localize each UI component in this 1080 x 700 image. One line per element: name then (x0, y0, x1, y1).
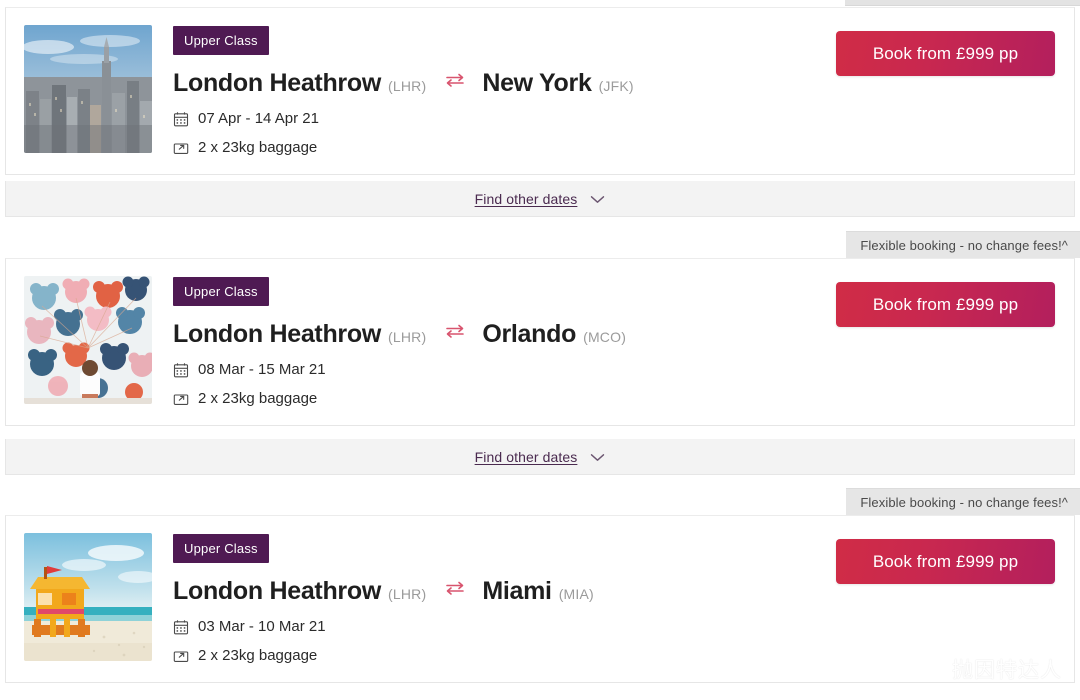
destination-airport-code: (MIA) (558, 586, 594, 602)
baggage-text: 2 x 23kg baggage (198, 390, 318, 407)
destination-city: Orlando (482, 320, 577, 348)
flexible-booking-text: Flexible booking - no change fees!^ (860, 494, 1068, 510)
baggage-icon (173, 140, 189, 156)
travel-dates-row: 03 Mar - 10 Mar 21 (173, 618, 1056, 635)
travel-dates-text: 07 Apr - 14 Apr 21 (198, 110, 319, 127)
baggage-text: 2 x 23kg baggage (198, 139, 318, 156)
baggage-icon (173, 648, 189, 664)
destination-airport-code: (MCO) (583, 329, 627, 345)
destination-city: Miami (482, 577, 552, 605)
book-button[interactable]: Book from £999 pp (836, 539, 1055, 584)
destination-thumbnail (24, 276, 152, 404)
flexible-booking-text: Flexible booking - no change fees!^ (860, 237, 1068, 253)
origin-airport-code: (LHR) (387, 586, 427, 602)
offer-card[interactable]: Upper Class London Heathrow (LHR) (5, 515, 1075, 683)
calendar-icon (173, 111, 189, 127)
find-other-dates-link[interactable]: Find other dates (475, 449, 578, 465)
swap-arrows-icon (445, 580, 465, 596)
origin-city: London Heathrow (173, 320, 381, 348)
find-other-dates-strip[interactable]: Find other dates (5, 439, 1075, 475)
calendar-icon (173, 619, 189, 635)
travel-dates-text: 08 Mar - 15 Mar 21 (198, 361, 326, 378)
baggage-row: 2 x 23kg baggage (173, 647, 1056, 664)
destination-airport-code: (JFK) (598, 78, 634, 94)
swap-arrows-icon (445, 72, 465, 88)
travel-dates-row: 08 Mar - 15 Mar 21 (173, 361, 1056, 378)
origin-city: London Heathrow (173, 69, 381, 97)
origin-airport-code: (LHR) (387, 329, 427, 345)
chevron-down-icon[interactable] (590, 453, 605, 462)
find-other-dates-strip[interactable]: Find other dates (5, 181, 1075, 217)
travel-dates-row: 07 Apr - 14 Apr 21 (173, 110, 1056, 127)
baggage-row: 2 x 23kg baggage (173, 139, 1056, 156)
book-button[interactable]: Book from £999 pp (836, 282, 1055, 327)
chevron-down-icon[interactable] (590, 195, 605, 204)
book-button[interactable]: Book from £999 pp (836, 31, 1055, 76)
baggage-icon (173, 391, 189, 407)
swap-arrows-icon (445, 323, 465, 339)
calendar-icon (173, 362, 189, 378)
flexible-booking-badge: Flexible booking - no change fees!^ (846, 231, 1080, 258)
origin-airport-code: (LHR) (387, 78, 427, 94)
offer-card[interactable]: Upper Class London Heathrow (LHR) (5, 258, 1075, 426)
destination-thumbnail (24, 533, 152, 661)
travel-dates-text: 03 Mar - 10 Mar 21 (198, 618, 326, 635)
cabin-class-badge: Upper Class (173, 26, 269, 55)
destination-city: New York (482, 69, 592, 97)
baggage-text: 2 x 23kg baggage (198, 647, 318, 664)
baggage-row: 2 x 23kg baggage (173, 390, 1056, 407)
flight-offers-page: Upper Class London Heathrow (LHR) New Yo… (0, 0, 1080, 700)
cabin-class-badge: Upper Class (173, 534, 269, 563)
origin-city: London Heathrow (173, 577, 381, 605)
flexible-booking-badge: Flexible booking - no change fees!^ (846, 488, 1080, 515)
cabin-class-badge: Upper Class (173, 277, 269, 306)
offer-card[interactable]: Upper Class London Heathrow (LHR) (5, 7, 1075, 175)
flexible-booking-badge-cutoff (845, 0, 1080, 6)
find-other-dates-link[interactable]: Find other dates (475, 191, 578, 207)
destination-thumbnail (24, 25, 152, 153)
